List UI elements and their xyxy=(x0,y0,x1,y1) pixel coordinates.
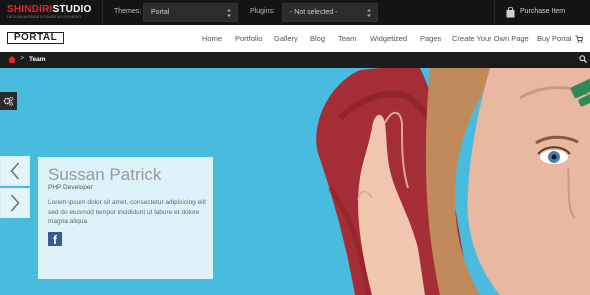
breadcrumb: > Team xyxy=(0,52,590,68)
nav-buy-portal[interactable]: Buy Portal xyxy=(537,34,572,43)
themes-select[interactable]: Portal xyxy=(143,3,238,22)
chevron-left-icon xyxy=(10,162,20,180)
site-logo-text: PORTAL xyxy=(13,32,58,43)
divider xyxy=(102,0,103,25)
nav-gallery[interactable]: Gallery xyxy=(274,34,298,43)
plugins-label: Plugins: xyxy=(250,8,275,15)
plugins-select[interactable]: - Not selected - xyxy=(282,3,378,22)
search-icon[interactable] xyxy=(579,55,587,63)
settings-panel-toggle[interactable] xyxy=(0,92,17,110)
themes-label: Themes: xyxy=(114,8,142,15)
brand-name: SHINDIRISTUDIO xyxy=(7,4,92,15)
nav-pages[interactable]: Pages xyxy=(420,34,441,43)
site-logo[interactable]: PORTAL xyxy=(7,32,64,44)
nav-team[interactable]: Team xyxy=(338,34,356,43)
divider xyxy=(494,0,495,25)
purchase-item-label: Purchase Item xyxy=(520,8,566,15)
nav-create-your-own-page[interactable]: Create Your Own Page xyxy=(452,34,529,43)
nav-blog[interactable]: Blog xyxy=(310,34,325,43)
gears-icon xyxy=(3,96,14,106)
nav-home[interactable]: Home xyxy=(202,34,222,43)
plugins-select-value: - Not selected - xyxy=(290,9,338,16)
select-arrows-icon xyxy=(227,9,231,17)
team-member-card: Sussan Patrick PHP Developer Lorem ipsum… xyxy=(38,157,213,279)
chevron-right-icon xyxy=(10,194,20,212)
demo-bar: SHINDIRISTUDIO DESIGN/WEB/DESIGN/DEVELOP… xyxy=(0,0,590,25)
breadcrumb-separator: > xyxy=(20,55,25,62)
site-header: PORTAL Home Portfolio Gallery Blog Team … xyxy=(0,25,590,52)
nav-widgetized[interactable]: Widgetized xyxy=(370,34,407,43)
breadcrumb-current: Team xyxy=(29,56,46,63)
select-arrows-icon xyxy=(367,9,371,17)
brand-tagline: DESIGN/WEB/DESIGN/DEVELOPMENT xyxy=(7,15,82,19)
slider-next-button[interactable] xyxy=(0,188,30,218)
nav-portfolio[interactable]: Portfolio xyxy=(235,34,263,43)
facebook-icon[interactable]: f xyxy=(48,232,62,246)
member-role: PHP Developer xyxy=(48,184,93,191)
slider-prev-button[interactable] xyxy=(0,156,30,186)
themes-select-value: Portal xyxy=(151,9,170,16)
home-icon[interactable] xyxy=(8,56,16,63)
shopping-bag-icon xyxy=(506,7,515,18)
hero-slider: Sussan Patrick PHP Developer Lorem ipsum… xyxy=(0,68,590,295)
cart-icon[interactable] xyxy=(575,35,583,43)
member-name: Sussan Patrick xyxy=(48,165,162,184)
member-bio: Lorem ipsum dolor sit amet, consectetur … xyxy=(48,199,206,225)
